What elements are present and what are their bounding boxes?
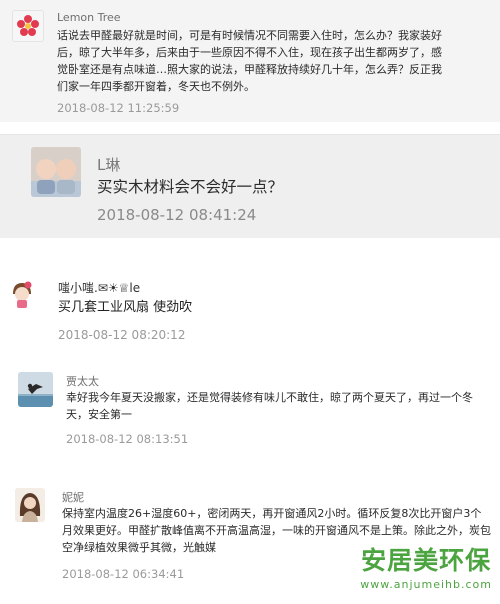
comment-timestamp: 2018-08-12 08:20:12 [58, 328, 186, 342]
cartoon-girl-avatar [7, 278, 37, 308]
watermark: 安居美环保 www.anjumeihb.com [360, 541, 492, 591]
seaside-silhouette-avatar [18, 372, 53, 407]
avatar[interactable] [12, 10, 44, 42]
avatar[interactable] [31, 147, 81, 197]
watermark-url: www.anjumeihb.com [360, 578, 492, 591]
watermark-title: 安居美环保 [361, 546, 492, 575]
comment-timestamp: 2018-08-12 08:13:51 [66, 432, 189, 446]
flower-avatar-icon [13, 11, 43, 41]
avatar[interactable] [18, 372, 53, 407]
comment-card: L琳 买实木材料会不会好一点？ 2018-08-12 08:41:24 [0, 134, 500, 238]
comment-author[interactable]: L琳 [97, 154, 120, 175]
comment-text: 话说去甲醛最好就是时间，可是有时候情况不同需要入住时，怎么办？我家装好后，晾了大… [57, 29, 442, 93]
comment-author[interactable]: 嗤小嗤.✉☀♕le [58, 279, 140, 296]
comment-text: 买几套工业风扇 使劲吹 [58, 300, 193, 315]
avatar[interactable] [15, 488, 45, 522]
girl-portrait-avatar [15, 488, 45, 522]
comment-timestamp: 2018-08-12 06:34:41 [62, 567, 185, 581]
twin-babies-photo-avatar [31, 147, 81, 197]
comment-author[interactable]: 妮妮 [62, 489, 84, 505]
comment-text: 买实木材料会不会好一点？ [97, 178, 284, 196]
comment-timestamp: 2018-08-12 08:41:24 [97, 206, 257, 224]
comment-text: 幸好我今年夏天没搬家，还是觉得装修有味儿不敢住，晾了两个夏天了，再过一个冬天，安… [66, 391, 473, 421]
comment-author[interactable]: Lemon Tree [57, 11, 121, 24]
comment-card: 贾太太 幸好我今年夏天没搬家，还是觉得装修有味儿不敢住，晾了两个夏天了，再过一个… [0, 368, 500, 454]
avatar[interactable] [7, 278, 37, 308]
comment-author[interactable]: 贾太太 [66, 373, 99, 389]
comment-card: 嗤小嗤.✉☀♕le 买几套工业风扇 使劲吹 2018-08-12 08:20:1… [0, 270, 500, 350]
comment-timestamp: 2018-08-12 11:25:59 [57, 101, 180, 115]
comment-card: Lemon Tree 话说去甲醛最好就是时间，可是有时候情况不同需要入住时，怎么… [0, 0, 500, 122]
